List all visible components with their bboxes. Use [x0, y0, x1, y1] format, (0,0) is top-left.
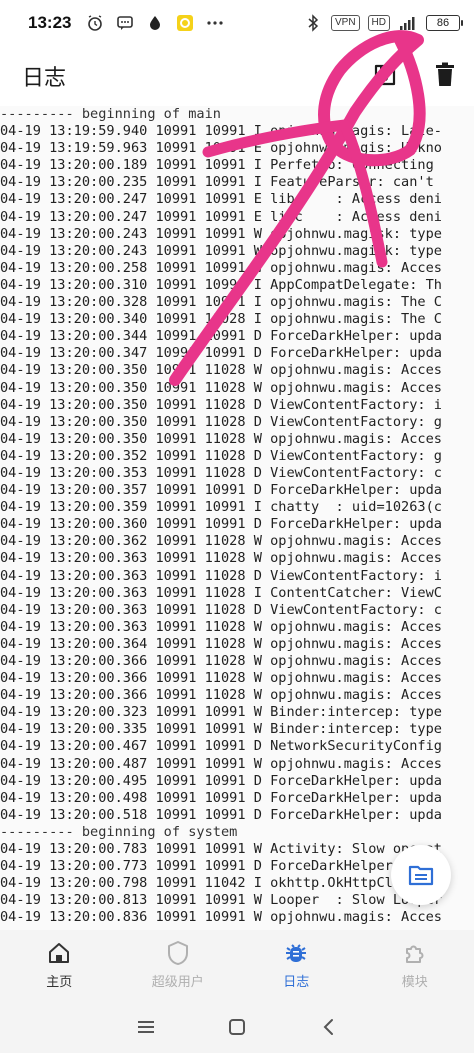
log-line: 04-19 13:20:00.366 10991 11028 W opjohnw…	[0, 670, 442, 687]
log-line: 04-19 13:20:00.353 10991 11028 D ViewCon…	[0, 464, 442, 481]
log-line: 04-19 13:20:00.340 10991 11028 I opjohnw…	[0, 311, 442, 328]
delete-button[interactable]	[430, 60, 460, 90]
log-line: 04-19 13:20:00.350 10991 11028 D ViewCon…	[0, 413, 442, 430]
log-line: 04-19 13:20:00.495 10991 10991 D ForceDa…	[0, 772, 442, 789]
log-line: 04-19 13:20:00.498 10991 10991 D ForceDa…	[0, 789, 442, 806]
log-line: 04-19 13:20:00.363 10991 11028 D ViewCon…	[0, 567, 442, 584]
log-line: 04-19 13:20:00.243 10991 10991 W opjohnw…	[0, 225, 442, 242]
nav-item-modules[interactable]: 模块	[356, 930, 474, 1000]
nav-item-home[interactable]: 主页	[0, 930, 119, 1000]
status-time: 13:23	[28, 13, 72, 32]
log-line: 04-19 13:20:00.335 10991 10991 W Binder:…	[0, 721, 442, 738]
nav-label-log: 日志	[283, 975, 310, 990]
log-line: 04-19 13:20:00.243 10991 10991 W opjohnw…	[0, 242, 442, 259]
back-icon	[323, 1018, 334, 1035]
home-square-icon	[228, 1018, 245, 1035]
log-line: 04-19 13:20:00.323 10991 10991 W Binder:…	[0, 704, 442, 721]
log-line: 04-19 13:20:00.366 10991 11028 W opjohnw…	[0, 687, 442, 704]
menu-icon	[137, 1020, 154, 1033]
recents-button[interactable]	[126, 1007, 166, 1047]
log-line: 04-19 13:20:00.189 10991 10991 I Perfett…	[0, 157, 434, 174]
message-icon	[115, 13, 135, 33]
log-line: 04-19 13:20:00.366 10991 11028 W opjohnw…	[0, 653, 442, 669]
log-line: 04-19 13:20:00.363 10991 11028 W opjohnw…	[0, 550, 442, 567]
shield-icon	[165, 940, 191, 966]
folder-icon	[408, 865, 434, 886]
log-line: 04-19 13:20:00.258 10991 10991 W opjohnw…	[0, 259, 442, 276]
save-button[interactable]	[370, 60, 400, 90]
home-system-button[interactable]	[217, 1007, 257, 1047]
log-line: 04-19 13:20:00.363 10991 11028 I Content…	[0, 584, 442, 601]
open-log-folder-button[interactable]	[391, 845, 451, 905]
home-icon	[46, 940, 72, 966]
log-line: 04-19 13:20:00.363 10991 11028 D ViewCon…	[0, 601, 442, 618]
page-title: 日志	[22, 66, 67, 91]
puzzle-icon	[402, 940, 428, 966]
log-line: 04-19 13:20:00.235 10991 10991 I Feature…	[0, 174, 434, 191]
log-line: 04-19 13:20:00.362 10991 11028 W opjohnw…	[0, 533, 442, 550]
log-line: 04-19 13:20:00.310 10991 10991 I AppComp…	[0, 276, 442, 293]
nav-item-superuser[interactable]: 超级用户	[119, 930, 238, 1000]
log-line: 04-19 13:20:00.360 10991 10991 D ForceDa…	[0, 516, 442, 533]
app-actions	[370, 60, 460, 90]
log-line: 04-19 13:20:00.350 10991 11028 W opjohnw…	[0, 379, 442, 396]
more-dots-icon	[205, 13, 225, 33]
log-line: 04-19 13:20:00.352 10991 11028 D ViewCon…	[0, 447, 442, 464]
app-bar: 日志	[0, 46, 474, 106]
log-line: 04-19 13:20:00.247 10991 10991 E libc : …	[0, 208, 442, 225]
alarm-icon	[85, 13, 105, 33]
log-line: 04-19 13:20:00.487 10991 10991 W opjohnw…	[0, 755, 442, 772]
status-right-icons: VPN HD 86	[303, 13, 463, 33]
back-button[interactable]	[308, 1007, 348, 1047]
nav-label-superuser: 超级用户	[151, 975, 204, 990]
log-line: 04-19 13:20:00.344 10991 10991 D ForceDa…	[0, 328, 442, 345]
log-line: 04-19 13:19:59.963 10991 10991 E opjohnw…	[0, 140, 442, 157]
delete-icon	[436, 62, 454, 86]
vpn-badge: VPN	[330, 15, 360, 31]
log-line: 04-19 13:20:00.350 10991 11028 W opjohnw…	[0, 430, 442, 447]
log-line: 04-19 13:20:00.247 10991 10991 E libc : …	[0, 191, 442, 208]
log-line: 04-19 13:20:00.347 10991 10991 D ForceDa…	[0, 345, 442, 362]
signal-4g-icon	[398, 13, 418, 33]
nav-item-log[interactable]: 日志	[237, 930, 356, 1000]
bottom-navigation: 主页 超级用户 日志 模块	[0, 930, 474, 1000]
log-line: 04-19 13:20:00.357 10991 10991 D ForceDa…	[0, 482, 442, 499]
log-line: 04-19 13:20:00.467 10991 10991 D Network…	[0, 738, 442, 755]
log-line: 04-19 13:20:00.350 10991 11028 D ViewCon…	[0, 396, 442, 413]
log-line: 04-19 13:20:00.328 10991 10991 I opjohnw…	[0, 294, 442, 311]
log-section-separator: --------- beginning of main	[0, 106, 221, 122]
log-line: 04-19 13:20:00.359 10991 10991 I chatty …	[0, 499, 442, 516]
drop-icon	[145, 13, 165, 33]
app-icon	[175, 13, 195, 33]
battery-icon: 86	[426, 15, 463, 31]
nav-label-modules: 模块	[401, 975, 428, 990]
log-line: 04-19 13:20:00.363 10991 11028 W opjohnw…	[0, 618, 442, 635]
log-line: 04-19 13:20:00.364 10991 11028 W opjohnw…	[0, 635, 442, 652]
log-line: 04-19 13:20:00.350 10991 11028 W opjohnw…	[0, 362, 442, 379]
log-line: 04-19 13:19:59.940 10991 10991 I opjohnw…	[0, 123, 442, 140]
log-section-separator: --------- beginning of system	[0, 823, 238, 840]
status-left-icons	[85, 13, 225, 33]
log-line: 04-19 13:20:00.836 10991 10991 W opjohnw…	[0, 909, 442, 926]
log-view[interactable]: --------- beginning of main 04-19 13:19:5…	[0, 106, 474, 930]
log-line: 04-19 13:20:00.518 10991 10991 D ForceDa…	[0, 806, 442, 823]
hd-badge: HD	[367, 15, 390, 31]
bug-icon	[283, 940, 309, 966]
bluetooth-icon	[303, 13, 323, 33]
save-icon	[374, 64, 396, 86]
status-bar: 13:23 VPN HD 86	[0, 0, 474, 46]
nav-label-home: 主页	[46, 975, 73, 990]
system-navigation-bar	[0, 1000, 474, 1053]
